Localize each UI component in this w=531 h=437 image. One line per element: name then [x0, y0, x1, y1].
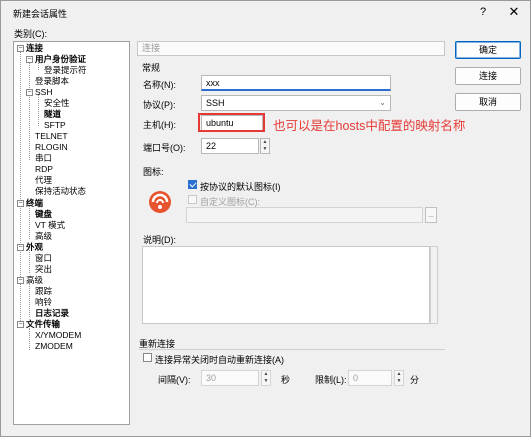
title-bar: 新建会话属性 ? ✕: [1, 1, 530, 23]
collapse-icon[interactable]: −: [17, 200, 24, 207]
tree-item-terminal-advanced[interactable]: 高级: [35, 231, 52, 242]
port-input[interactable]: 22: [201, 138, 259, 154]
spin-down-icon[interactable]: ▼: [261, 146, 269, 153]
tree-item-tunnel[interactable]: 隧道: [44, 109, 61, 120]
protocol-label: 协议(P):: [143, 100, 176, 110]
tree-connector: [29, 60, 30, 160]
description-scrollbar[interactable]: [430, 246, 438, 324]
connect-button[interactable]: 连接: [455, 67, 521, 85]
port-spinner[interactable]: ▲ ▼: [260, 138, 270, 154]
custom-icon-checkbox[interactable]: [188, 195, 197, 204]
tree-item-window[interactable]: 窗口: [35, 253, 52, 264]
tree-item-file-transfer[interactable]: 文件传输: [26, 319, 60, 330]
interval-label: 间隔(V):: [158, 375, 191, 385]
spin-up-icon[interactable]: ▲: [261, 139, 269, 146]
collapse-icon[interactable]: −: [26, 56, 33, 63]
collapse-icon[interactable]: −: [26, 89, 33, 96]
auto-reconnect-label: 连接异常关闭时自动重新连接(A): [155, 355, 284, 365]
limit-label: 限制(L):: [315, 375, 347, 385]
interval-spinner[interactable]: ▲ ▼: [261, 370, 271, 386]
collapse-icon[interactable]: −: [17, 244, 24, 251]
chevron-down-icon: ⌄: [379, 98, 386, 107]
cancel-button[interactable]: 取消: [455, 93, 521, 111]
help-button[interactable]: ?: [471, 4, 495, 20]
session-icon: [149, 191, 171, 213]
tree-item-highlight[interactable]: 突出: [35, 264, 52, 275]
tree-connector: [29, 205, 30, 239]
tree-item-login-prompt[interactable]: 登录提示符: [44, 65, 87, 76]
tree-item-login-script[interactable]: 登录脚本: [35, 76, 69, 87]
tree-item-rlogin[interactable]: RLOGIN: [35, 142, 68, 153]
tree-item-terminal[interactable]: 终端: [26, 198, 43, 209]
tree-item-keepalive[interactable]: 保持活动状态: [35, 186, 86, 197]
protocol-value: SSH: [206, 98, 225, 108]
port-label: 端口号(O):: [143, 143, 186, 153]
spin-up-icon[interactable]: ▲: [262, 371, 270, 378]
limit-input[interactable]: 0: [348, 370, 392, 386]
window-title: 新建会话属性: [13, 9, 68, 19]
collapse-icon[interactable]: −: [17, 45, 24, 52]
tree-item-advanced[interactable]: 高级: [26, 275, 43, 286]
tree-item-sftp[interactable]: SFTP: [44, 120, 66, 131]
session-properties-dialog: 新建会话属性 ? ✕ 类别(C): − 连接 − 用户身份验证 登录提示符 登录…: [0, 0, 531, 437]
interval-input[interactable]: 30: [201, 370, 259, 386]
default-icon-checkbox[interactable]: [188, 180, 197, 189]
host-label: 主机(H):: [143, 120, 176, 130]
tree-item-security[interactable]: 安全性: [44, 98, 70, 109]
tree-item-proxy[interactable]: 代理: [35, 175, 52, 186]
ok-button[interactable]: 确定: [455, 41, 521, 59]
name-input[interactable]: xxx: [201, 75, 391, 91]
tree-item-telnet[interactable]: TELNET: [35, 131, 68, 142]
description-label: 说明(D):: [143, 235, 176, 245]
tree-connector: [29, 283, 30, 317]
tree-item-zmodem[interactable]: ZMODEM: [35, 341, 73, 352]
spin-down-icon[interactable]: ▼: [262, 378, 270, 385]
tree-item-rdp[interactable]: RDP: [35, 164, 53, 175]
annotation-highlight-box: [198, 113, 265, 132]
reconnect-divider: [139, 349, 445, 350]
spin-down-icon[interactable]: ▼: [395, 378, 403, 385]
section-header: 连接: [137, 41, 445, 56]
icon-section-label: 图标:: [143, 167, 164, 177]
limit-spinner[interactable]: ▲ ▼: [394, 370, 404, 386]
close-button[interactable]: ✕: [502, 4, 526, 20]
description-textarea[interactable]: [142, 246, 430, 324]
name-label: 名称(N):: [143, 80, 176, 90]
tree-item-auth[interactable]: 用户身份验证: [35, 54, 86, 65]
spin-up-icon[interactable]: ▲: [395, 371, 403, 378]
auto-reconnect-checkbox[interactable]: [143, 353, 152, 362]
general-group-label: 常规: [142, 63, 161, 73]
tree-item-logging[interactable]: 日志记录: [35, 308, 69, 319]
tree-item-vt-mode[interactable]: VT 模式: [35, 220, 65, 231]
tree-connector: [38, 94, 39, 126]
collapse-icon[interactable]: −: [17, 321, 24, 328]
protocol-select[interactable]: SSH ⌄: [201, 95, 391, 111]
category-label: 类别(C):: [14, 29, 47, 39]
custom-icon-path[interactable]: [186, 207, 423, 223]
tree-connector: [29, 250, 30, 273]
tree-item-ssh[interactable]: SSH: [35, 87, 52, 98]
interval-unit: 秒: [281, 375, 291, 385]
tree-item-serial[interactable]: 串口: [35, 153, 52, 164]
browse-button[interactable]: ...: [425, 207, 437, 223]
tree-connector: [29, 328, 30, 350]
default-icon-label: 按协议的默认图标(I): [200, 182, 281, 192]
tree-item-xymodem[interactable]: X/YMODEM: [35, 330, 81, 341]
limit-unit: 分: [410, 375, 420, 385]
category-tree[interactable]: − 连接 − 用户身份验证 登录提示符 登录脚本 − SSH 安全性 隧道 SF…: [13, 41, 130, 425]
annotation-text: 也可以是在hosts中配置的映射名称: [273, 119, 466, 133]
tree-item-trace[interactable]: 跟踪: [35, 286, 52, 297]
tree-item-connection[interactable]: 连接: [26, 43, 43, 54]
tree-item-keyboard[interactable]: 键盘: [35, 209, 52, 220]
tree-item-bell[interactable]: 响铃: [35, 297, 52, 308]
collapse-icon[interactable]: −: [17, 277, 24, 284]
tree-item-appearance[interactable]: 外观: [26, 242, 43, 253]
